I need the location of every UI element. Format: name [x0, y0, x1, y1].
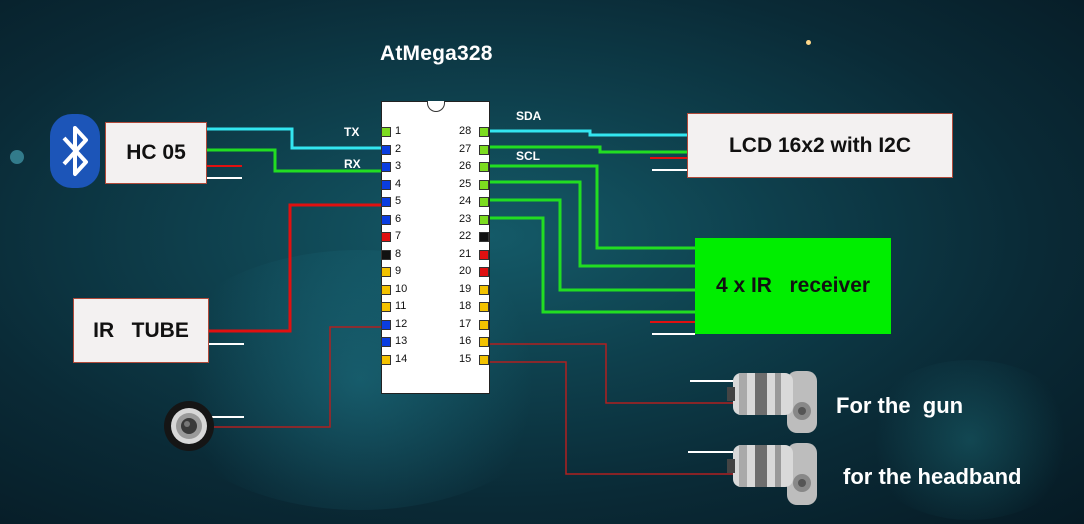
headband-motor-wire — [486, 361, 735, 475]
chip-pin-25 — [479, 179, 489, 190]
dc-motor-icon — [725, 437, 825, 509]
rx-label: RX — [344, 157, 361, 171]
chip-pin-3 — [381, 162, 391, 172]
chip-pin-8 — [381, 249, 391, 260]
gun-caption: For the gun — [836, 393, 964, 418]
headband-caption: for the headband — [843, 464, 1022, 489]
chip-pin-number: 2 — [395, 142, 402, 155]
ir-wire-26 — [486, 164, 695, 250]
chip-pin-number: 19 — [459, 282, 472, 295]
chip-pin-15 — [479, 354, 489, 365]
speaker-wire — [205, 326, 384, 428]
chip-pin-number: 23 — [459, 212, 472, 225]
ir-tube-wire — [207, 203, 384, 333]
chip-pin-number: 13 — [395, 335, 408, 347]
chip-pin-16 — [479, 337, 489, 347]
chip-pin-19 — [479, 284, 489, 295]
chip-pin-number: 27 — [459, 142, 472, 155]
chip-pin-1 — [381, 127, 391, 137]
chip-pin-14 — [381, 354, 391, 365]
dc-motor-icon — [725, 365, 825, 437]
ir-receiver-module: 4 x IR receiver — [695, 238, 891, 334]
chip-pin-24 — [479, 197, 489, 207]
chip-pin-20 — [479, 267, 489, 277]
chip-pin-number: 11 — [395, 300, 407, 312]
ir-tube-module: IR TUBE — [73, 298, 209, 363]
chip-pin-21 — [479, 249, 489, 260]
chip-pin-28 — [479, 127, 489, 137]
chip-pin-number: 10 — [395, 282, 408, 295]
chip-pin-number: 15 — [459, 352, 472, 365]
scl-label: SCL — [516, 149, 540, 163]
chip-pin-number: 8 — [395, 247, 402, 260]
chip-pin-number: 5 — [395, 195, 402, 207]
speaker-icon — [163, 400, 215, 452]
chip-pin-5 — [381, 197, 391, 207]
hc05-label: HC 05 — [126, 141, 186, 164]
chip-pin-23 — [479, 214, 489, 225]
chip-pin-number: 18 — [459, 300, 472, 312]
chip-pin-13 — [381, 337, 391, 347]
gun-motor-wire — [486, 343, 735, 404]
chip-pin-number: 14 — [395, 352, 408, 365]
chip-pin-number: 28 — [459, 125, 472, 137]
chip-pin-18 — [479, 302, 489, 312]
chip-pin-22 — [479, 232, 489, 242]
chip-pin-2 — [381, 144, 391, 155]
bluetooth-icon — [50, 114, 100, 188]
chip-pin-17 — [479, 319, 489, 330]
ir-wire-25 — [486, 180, 695, 268]
chip-pin-number: 1 — [395, 125, 402, 137]
atmega328-chip: 1 2 3 4 5 6 7 8 9 10 11 12 13 14 28 27 26 25 24 23 22 21 20 19… — [381, 101, 490, 394]
sda-label: SDA — [516, 109, 542, 123]
tx-label: TX — [344, 125, 360, 139]
chip-pin-10 — [381, 284, 391, 295]
lcd-module: LCD 16x2 with I2C — [687, 113, 953, 178]
chip-pin-7 — [381, 232, 391, 242]
chip-pin-number: 26 — [459, 160, 472, 172]
lcd-label: LCD 16x2 with I2C — [728, 133, 912, 157]
chip-pin-number: 12 — [395, 317, 408, 330]
chip-pin-26 — [479, 162, 489, 172]
chip-pin-number: 17 — [459, 317, 472, 330]
chip-pin-number: 4 — [395, 177, 402, 190]
chip-pin-12 — [381, 319, 391, 330]
chip-pin-6 — [381, 214, 391, 225]
chip-pin-number: 3 — [395, 160, 402, 172]
chip-pin-number: 6 — [395, 212, 402, 225]
chip-pin-number: 22 — [459, 230, 472, 242]
chip-pin-number: 7 — [395, 230, 402, 242]
hc05-module: HC 05 — [105, 122, 207, 184]
chip-pin-number: 21 — [459, 247, 472, 260]
chip-notch — [427, 101, 445, 112]
ir-wire-24 — [486, 198, 695, 292]
chip-pin-27 — [479, 144, 489, 155]
ir-tube-label: IR TUBE — [93, 318, 189, 342]
chip-pin-11 — [381, 302, 391, 312]
chip-pin-9 — [381, 267, 391, 277]
ir-receiver-label: 4 x IR receiver — [715, 274, 871, 297]
chip-pin-number: 16 — [459, 335, 472, 347]
chip-pin-number: 9 — [395, 265, 402, 277]
chip-pin-4 — [381, 179, 391, 190]
sda-wire — [486, 129, 687, 137]
chip-pin-number: 24 — [459, 195, 472, 207]
chip-pin-number: 20 — [459, 265, 472, 277]
chip-pin-number: 25 — [459, 177, 472, 190]
